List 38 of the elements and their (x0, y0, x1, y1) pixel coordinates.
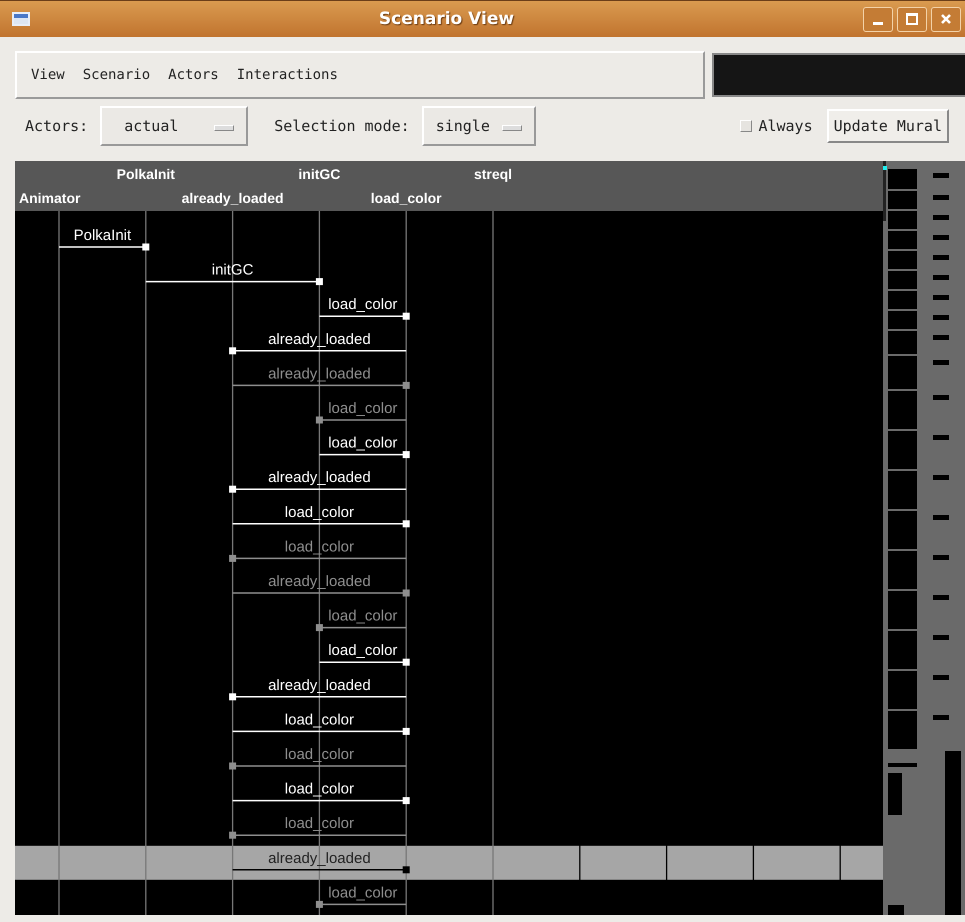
actors-dropdown[interactable]: actual (100, 106, 248, 146)
message-label: already_loaded (268, 330, 371, 348)
message-label: already_loaded (268, 850, 371, 867)
menu-item[interactable]: View (27, 67, 69, 83)
message-label: already_loaded (268, 676, 371, 694)
actors-label: Actors: (25, 117, 88, 135)
message-label: load_color (284, 504, 354, 521)
menu-item[interactable]: Interactions (232, 67, 342, 83)
menu-item[interactable]: Scenario (78, 67, 154, 83)
selection-mode-dropdown[interactable]: single (422, 106, 536, 146)
actor-label: PolkaInit (116, 166, 175, 182)
window-title: Scenario View (378, 9, 516, 29)
window-icon[interactable] (12, 12, 30, 26)
message-label: load_color (328, 608, 398, 625)
actor-label: initGC (298, 166, 340, 182)
message-label: already_loaded (268, 469, 371, 486)
close-button[interactable] (931, 6, 961, 32)
maximize-button[interactable] (897, 6, 927, 32)
minimize-button[interactable] (863, 6, 893, 32)
always-checkbox[interactable] (740, 120, 752, 132)
message-label: load_color (328, 642, 398, 660)
message-label: load_color (328, 884, 398, 902)
message-label: load_color (328, 296, 398, 314)
message-label: initGC (212, 262, 254, 279)
update-mural-button[interactable]: Update Mural (826, 109, 949, 143)
actor-label: already_loaded (182, 190, 284, 206)
actor-label: streql (474, 166, 512, 182)
actor-label: Animator (19, 190, 80, 206)
actor-label: load_color (370, 190, 442, 206)
close-icon (940, 13, 952, 25)
selection-mode-label: Selection mode: (274, 117, 410, 135)
message-label: load_color (328, 400, 398, 417)
message-label: PolkaInit (74, 227, 132, 244)
message-label: load_color (284, 711, 354, 728)
always-label: Always (758, 117, 813, 135)
message-label: load_color (328, 434, 398, 452)
message-label: load_color (284, 780, 354, 798)
menu-item[interactable]: Actors (164, 67, 223, 83)
